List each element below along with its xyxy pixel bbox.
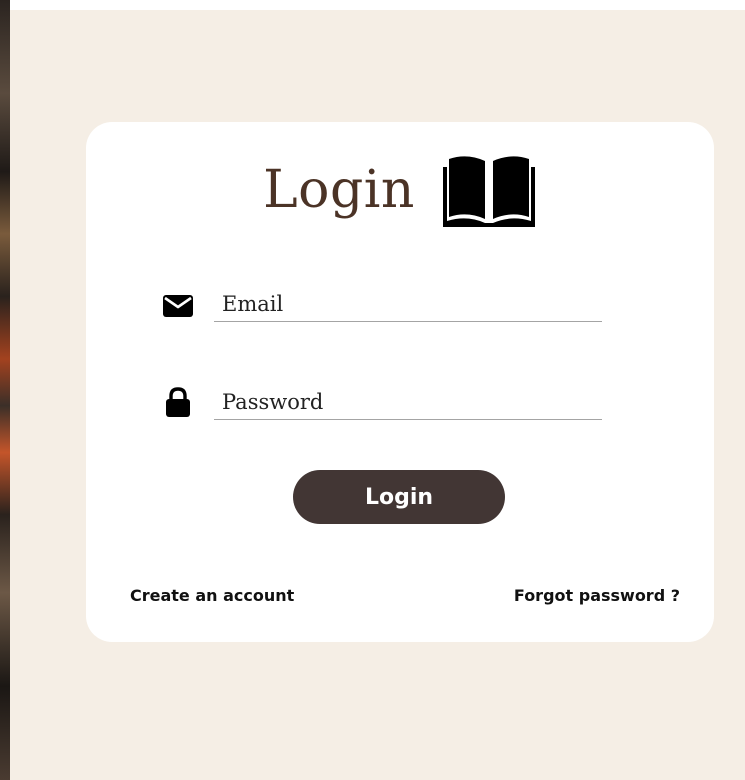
- login-button[interactable]: Login: [293, 470, 505, 524]
- password-input[interactable]: [214, 384, 602, 420]
- background-photo-edge: [0, 0, 10, 780]
- browser-viewport: Login Email Login Create an account Forg…: [0, 0, 745, 780]
- open-book-icon: [441, 153, 537, 227]
- lock-icon: [162, 387, 194, 418]
- password-field-row: [162, 380, 602, 424]
- login-header: Login: [86, 150, 714, 230]
- login-page: Login Email Login Create an account Forg…: [10, 10, 745, 780]
- page-title: Login: [263, 160, 415, 220]
- email-input[interactable]: [214, 286, 602, 322]
- email-field-row: [162, 282, 602, 326]
- login-card: Login Email Login Create an account Forg…: [86, 122, 714, 642]
- create-account-link[interactable]: Create an account: [130, 586, 294, 605]
- forgot-password-link[interactable]: Forgot password ?: [514, 586, 680, 605]
- envelope-icon: [162, 292, 194, 320]
